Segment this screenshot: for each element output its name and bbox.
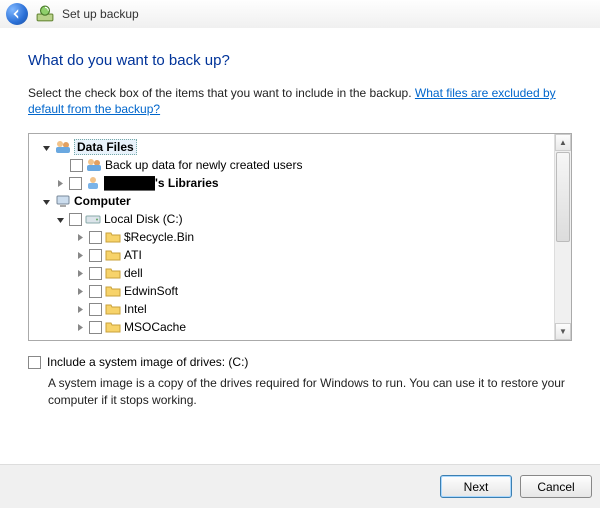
titlebar: Set up backup [0,0,600,28]
tree-node-folder[interactable]: $Recycle.Bin [31,228,552,246]
tree-node-computer[interactable]: Computer [31,192,552,210]
tree-label: Computer [74,194,131,208]
footer: Next Cancel [0,464,600,508]
tree-label: EdwinSoft [124,284,178,298]
system-image-label: Include a system image of drives: (C:) [47,355,248,369]
system-image-description: A system image is a copy of the drives r… [48,375,568,407]
users-icon [86,157,102,173]
expander-expand-icon[interactable] [74,231,86,243]
tree-node-data-files[interactable]: Data Files [31,138,552,156]
intro-text-block: Select the check box of the items that y… [28,85,572,117]
checkbox[interactable] [89,231,102,244]
checkbox[interactable] [89,267,102,280]
checkbox[interactable] [70,159,83,172]
computer-icon [55,193,71,209]
tree-node-folder[interactable]: dell [31,264,552,282]
backup-drive-icon [36,5,54,23]
expander-expand-icon[interactable] [74,303,86,315]
folder-icon [105,283,121,299]
user-icon [85,175,101,191]
window-title: Set up backup [62,7,139,21]
expander-expand-icon[interactable] [74,267,86,279]
tree-label: $Recycle.Bin [124,230,194,244]
cancel-button[interactable]: Cancel [520,475,592,498]
expander-expand-icon[interactable] [74,285,86,297]
expander-collapse-icon[interactable] [40,141,52,153]
system-image-section: Include a system image of drives: (C:) A… [28,355,572,407]
back-button[interactable] [6,3,28,25]
next-button[interactable]: Next [440,475,512,498]
tree-node-user-libraries[interactable]: ██████'s Libraries [31,174,552,192]
intro-text: Select the check box of the items that y… [28,86,415,100]
tree-node-new-users[interactable]: Back up data for newly created users [31,156,552,174]
scrollbar[interactable]: ▲ ▼ [554,134,571,340]
tree-label: MSOCache [124,320,186,334]
expander-expand-icon[interactable] [74,249,86,261]
checkbox[interactable] [69,177,82,190]
page-heading: What do you want to back up? [28,52,572,69]
scroll-down-button[interactable]: ▼ [555,323,571,340]
folder-icon [105,301,121,317]
tree-label: Local Disk (C:) [104,212,183,226]
tree-node-folder[interactable]: MSOCache [31,318,552,336]
checkbox[interactable] [89,321,102,334]
arrow-left-icon [11,8,23,20]
folder-icon [105,247,121,263]
expander-collapse-icon[interactable] [40,195,52,207]
folder-icon [105,265,121,281]
tree-node-local-disk[interactable]: Local Disk (C:) [31,210,552,228]
checkbox[interactable] [89,285,102,298]
drive-icon [85,211,101,227]
expander-collapse-icon[interactable] [54,213,66,225]
tree-node-folder[interactable]: Intel [31,300,552,318]
checkbox[interactable] [69,213,82,226]
backup-items-tree: Data Files Back up data for newly create… [28,133,572,341]
tree-label: Back up data for newly created users [105,158,302,172]
tree-node-folder[interactable]: EdwinSoft [31,282,552,300]
users-icon [55,139,71,155]
folder-icon [105,319,121,335]
system-image-checkbox[interactable] [28,356,41,369]
tree-node-folder[interactable]: ATI [31,246,552,264]
tree-scroll-area[interactable]: Data Files Back up data for newly create… [29,134,554,340]
folder-icon [105,229,121,245]
tree-label: ATI [124,248,142,262]
scroll-thumb[interactable] [556,152,570,242]
scroll-up-button[interactable]: ▲ [555,134,571,151]
content-area: What do you want to back up? Select the … [0,28,600,408]
expander-expand-icon[interactable] [54,177,66,189]
tree-label: Data Files [74,139,137,155]
tree-label: dell [124,266,143,280]
tree-label: Intel [124,302,147,316]
checkbox[interactable] [89,249,102,262]
expander-expand-icon[interactable] [74,321,86,333]
checkbox[interactable] [89,303,102,316]
tree-label: ██████'s Libraries [104,176,219,190]
